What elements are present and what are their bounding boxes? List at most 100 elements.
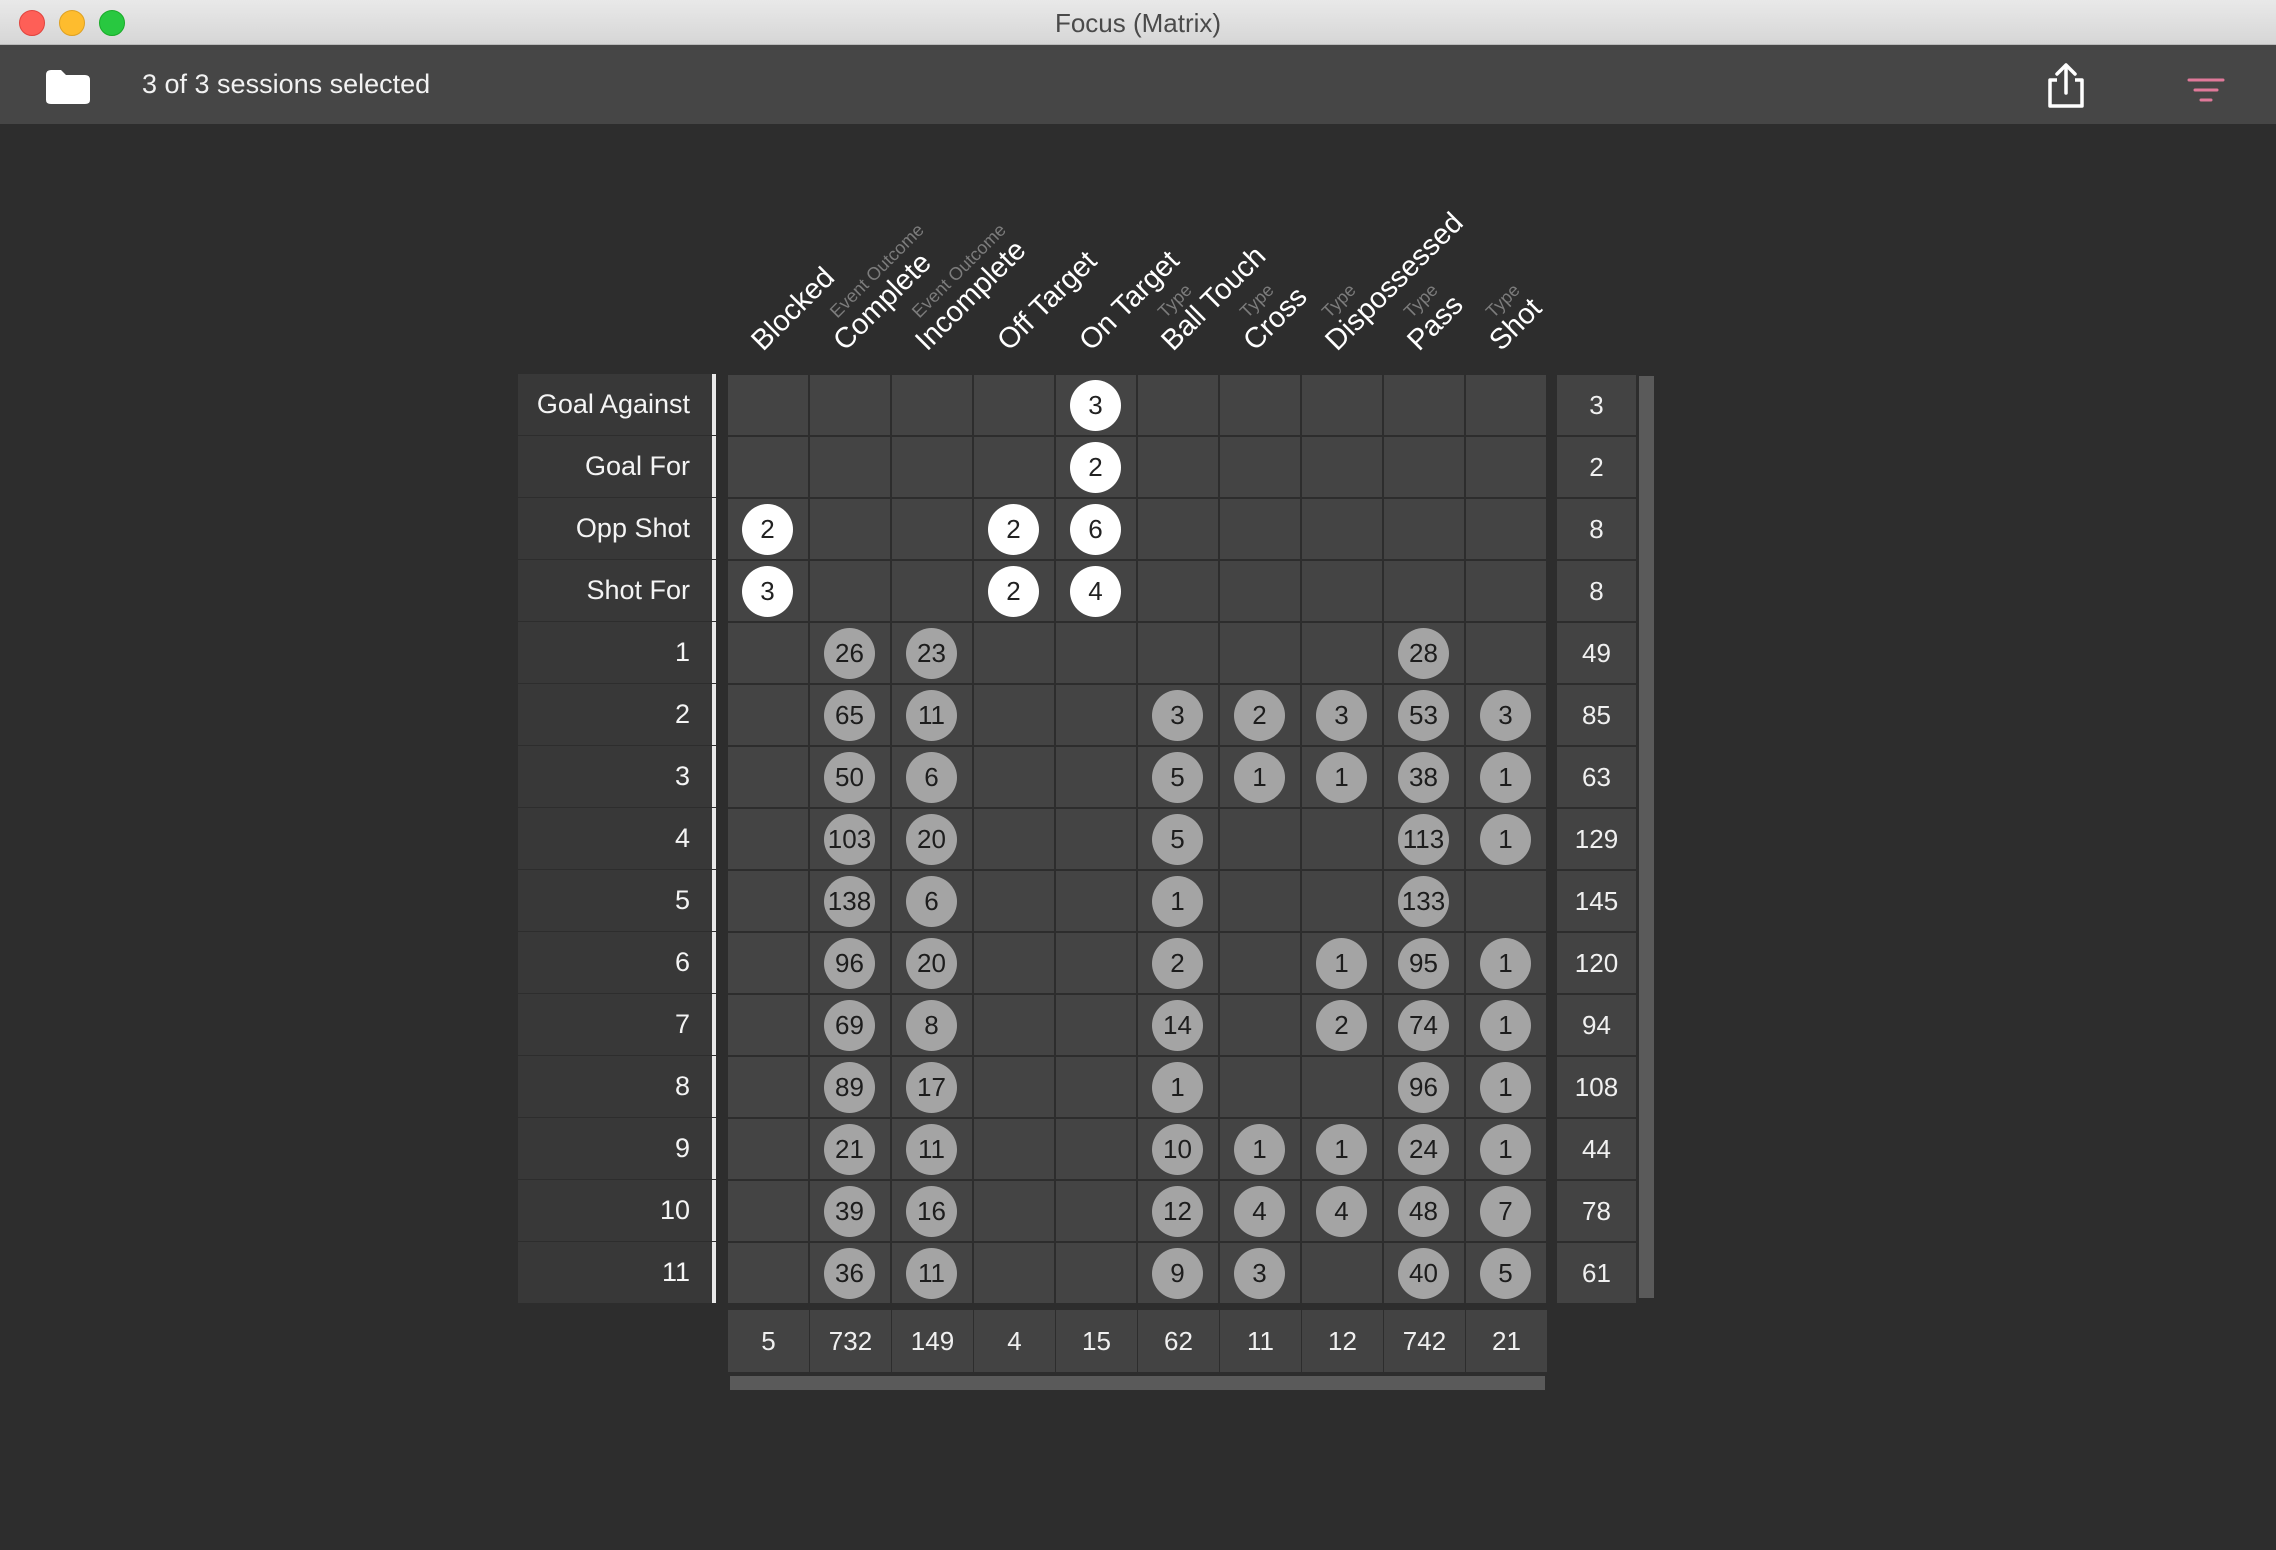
matrix-cell[interactable] — [728, 1243, 808, 1303]
count-bubble[interactable]: 11 — [906, 1124, 957, 1175]
row-label[interactable]: 7 — [518, 994, 716, 1055]
matrix-cell[interactable] — [892, 499, 972, 559]
matrix-cell[interactable] — [1056, 1181, 1136, 1241]
count-bubble[interactable]: 8 — [906, 1000, 957, 1051]
matrix-cell[interactable] — [1220, 437, 1300, 497]
count-bubble[interactable]: 2 — [988, 504, 1039, 555]
matrix-cell[interactable] — [1302, 1057, 1382, 1117]
row-label[interactable]: 10 — [518, 1180, 716, 1241]
matrix-cell[interactable] — [892, 561, 972, 621]
count-bubble[interactable]: 4 — [1234, 1186, 1285, 1237]
matrix-cell[interactable] — [810, 499, 890, 559]
count-bubble[interactable]: 2 — [1316, 1000, 1367, 1051]
matrix-cell[interactable] — [728, 1181, 808, 1241]
row-label[interactable]: Opp Shot — [518, 498, 716, 559]
count-bubble[interactable]: 50 — [824, 752, 875, 803]
count-bubble[interactable]: 39 — [824, 1186, 875, 1237]
matrix-cell[interactable] — [728, 871, 808, 931]
matrix-cell[interactable] — [1466, 871, 1546, 931]
count-bubble[interactable]: 1 — [1480, 938, 1531, 989]
count-bubble[interactable]: 133 — [1398, 876, 1449, 927]
count-bubble[interactable]: 89 — [824, 1062, 875, 1113]
share-button[interactable] — [2040, 60, 2092, 112]
matrix-cell[interactable] — [1466, 375, 1546, 435]
count-bubble[interactable]: 40 — [1398, 1248, 1449, 1299]
count-bubble[interactable]: 2 — [988, 566, 1039, 617]
count-bubble[interactable]: 65 — [824, 690, 875, 741]
matrix-cell[interactable] — [1056, 995, 1136, 1055]
row-label[interactable]: 1 — [518, 622, 716, 683]
matrix-cell[interactable] — [1138, 437, 1218, 497]
count-bubble[interactable]: 16 — [906, 1186, 957, 1237]
matrix-cell[interactable] — [1056, 1057, 1136, 1117]
horizontal-scrollbar[interactable] — [730, 1376, 1545, 1390]
matrix-cell[interactable] — [1056, 623, 1136, 683]
count-bubble[interactable]: 1 — [1316, 938, 1367, 989]
count-bubble[interactable]: 1 — [1152, 876, 1203, 927]
count-bubble[interactable]: 28 — [1398, 628, 1449, 679]
count-bubble[interactable]: 26 — [824, 628, 875, 679]
count-bubble[interactable]: 1 — [1234, 752, 1285, 803]
matrix-cell[interactable] — [1220, 499, 1300, 559]
matrix-cell[interactable] — [892, 375, 972, 435]
matrix-cell[interactable] — [1056, 1243, 1136, 1303]
count-bubble[interactable]: 2 — [1070, 442, 1121, 493]
count-bubble[interactable]: 23 — [906, 628, 957, 679]
count-bubble[interactable]: 74 — [1398, 1000, 1449, 1051]
matrix-cell[interactable] — [1302, 871, 1382, 931]
matrix-cell[interactable] — [1302, 623, 1382, 683]
count-bubble[interactable]: 1 — [1234, 1124, 1285, 1175]
count-bubble[interactable]: 96 — [1398, 1062, 1449, 1113]
column-header[interactable]: Blocked — [731, 247, 841, 357]
matrix-cell[interactable] — [1220, 933, 1300, 993]
matrix-cell[interactable] — [1302, 809, 1382, 869]
matrix-cell[interactable] — [1220, 995, 1300, 1055]
count-bubble[interactable]: 69 — [824, 1000, 875, 1051]
matrix-cell[interactable] — [728, 1119, 808, 1179]
count-bubble[interactable]: 1 — [1480, 752, 1531, 803]
count-bubble[interactable]: 6 — [1070, 504, 1121, 555]
matrix-cell[interactable] — [728, 1057, 808, 1117]
count-bubble[interactable]: 48 — [1398, 1186, 1449, 1237]
count-bubble[interactable]: 4 — [1070, 566, 1121, 617]
count-bubble[interactable]: 53 — [1398, 690, 1449, 741]
vertical-scrollbar[interactable] — [1639, 376, 1654, 1298]
column-header[interactable]: Type Shot — [1469, 278, 1548, 357]
count-bubble[interactable]: 11 — [906, 690, 957, 741]
matrix-cell[interactable] — [1384, 561, 1464, 621]
matrix-cell[interactable] — [1220, 809, 1300, 869]
count-bubble[interactable]: 1 — [1480, 1000, 1531, 1051]
count-bubble[interactable]: 1 — [1316, 752, 1367, 803]
count-bubble[interactable]: 138 — [824, 876, 875, 927]
row-label[interactable]: 3 — [518, 746, 716, 807]
count-bubble[interactable]: 3 — [1480, 690, 1531, 741]
count-bubble[interactable]: 7 — [1480, 1186, 1531, 1237]
matrix-cell[interactable] — [1466, 499, 1546, 559]
count-bubble[interactable]: 20 — [906, 814, 957, 865]
matrix-cell[interactable] — [728, 375, 808, 435]
matrix-cell[interactable] — [974, 1119, 1054, 1179]
count-bubble[interactable]: 3 — [742, 566, 793, 617]
row-label[interactable]: 5 — [518, 870, 716, 931]
matrix-cell[interactable] — [1466, 437, 1546, 497]
matrix-cell[interactable] — [1384, 499, 1464, 559]
count-bubble[interactable]: 1 — [1152, 1062, 1203, 1113]
filter-button[interactable] — [2186, 75, 2226, 105]
count-bubble[interactable]: 2 — [742, 504, 793, 555]
matrix-cell[interactable] — [728, 685, 808, 745]
matrix-cell[interactable] — [1220, 561, 1300, 621]
matrix-cell[interactable] — [974, 809, 1054, 869]
matrix-cell[interactable] — [1220, 623, 1300, 683]
count-bubble[interactable]: 6 — [906, 752, 957, 803]
count-bubble[interactable]: 14 — [1152, 1000, 1203, 1051]
matrix-cell[interactable] — [728, 809, 808, 869]
count-bubble[interactable]: 38 — [1398, 752, 1449, 803]
count-bubble[interactable]: 1 — [1480, 1062, 1531, 1113]
matrix-cell[interactable] — [1056, 933, 1136, 993]
row-label[interactable]: 4 — [518, 808, 716, 869]
matrix-cell[interactable] — [1384, 375, 1464, 435]
matrix-cell[interactable] — [1466, 623, 1546, 683]
matrix-cell[interactable] — [1302, 1243, 1382, 1303]
count-bubble[interactable]: 36 — [824, 1248, 875, 1299]
matrix-cell[interactable] — [1384, 437, 1464, 497]
